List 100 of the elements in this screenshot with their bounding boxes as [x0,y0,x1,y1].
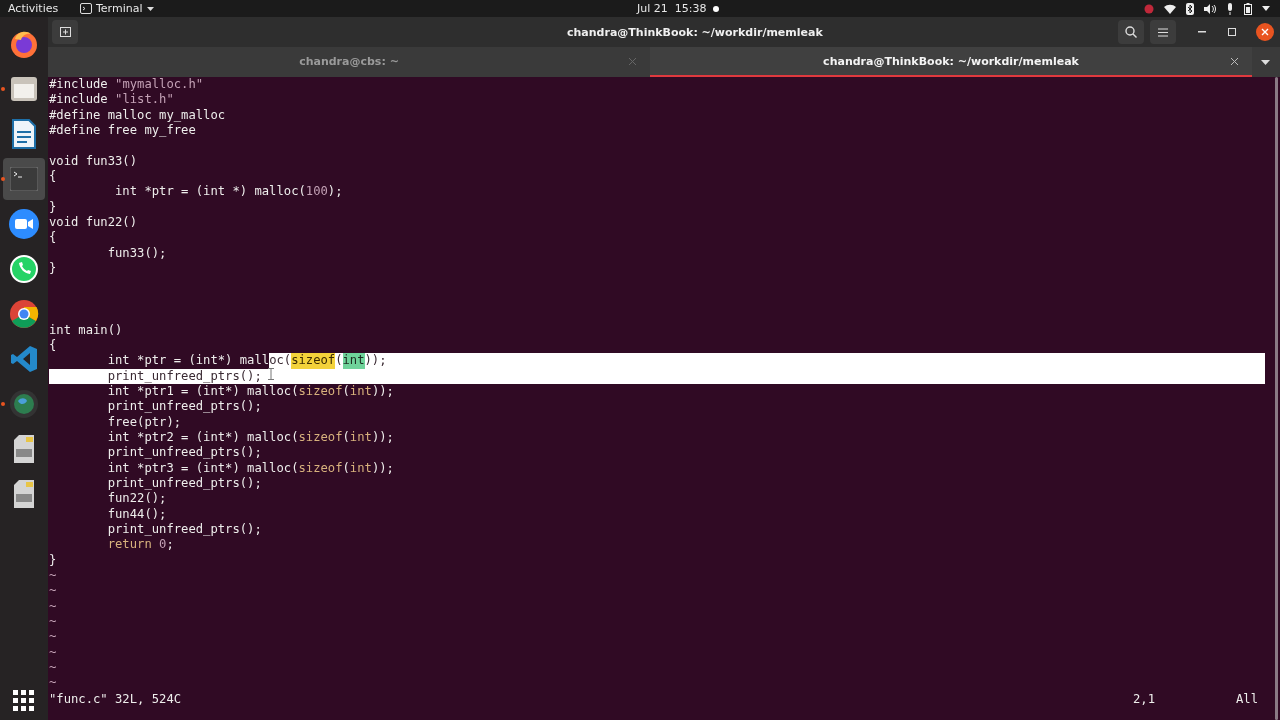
date-text[interactable]: Jul 21 [637,2,668,15]
search-button[interactable] [1118,20,1144,44]
tab[interactable]: chandra@cbs: ~ [48,47,650,77]
code-text: int *ptr3 = (int*) malloc( [106,460,299,476]
window-title: chandra@ThinkBook: ~/workdir/memleak [567,25,823,39]
string-literal: "list.h" [115,92,174,108]
code-text: { [49,169,57,185]
code-text: { [49,230,57,246]
code-text: int *ptr = (int*) mall [106,353,270,369]
tab[interactable]: chandra@ThinkBook: ~/workdir/memleak [650,47,1252,77]
document-icon [12,119,36,149]
microphone-icon[interactable] [1226,2,1234,15]
code-text: ; [166,537,174,553]
code-text: int *ptr2 = (int*) malloc( [106,429,299,446]
code-text: ( [342,460,350,476]
terminal-icon [80,3,92,14]
caret-icon[interactable] [1261,59,1270,65]
search-icon [1125,26,1137,38]
close-button[interactable] [1256,23,1274,41]
scrollbar[interactable] [1275,77,1278,720]
video-camera-icon [9,209,39,239]
code-text: } [49,199,57,216]
code-text: int *ptr = (int *) malloc( [114,184,306,200]
selected-text: )); [364,353,387,369]
keyword: int [349,460,372,476]
apps-grid-icon[interactable] [13,690,35,712]
activities-button[interactable]: Activities [8,2,70,15]
code-text: )); [371,429,394,446]
code-text: #include [49,92,109,108]
bracket-match: int [342,353,365,369]
menu-button[interactable] [1150,20,1176,44]
number-literal: 0 [158,537,167,553]
terminal-icon [10,167,38,191]
number-literal: 100 [305,184,328,200]
maximize-button[interactable] [1228,28,1236,36]
file-info: "func.c" 32L, 524C [49,691,183,708]
tab-title: chandra@cbs: ~ [299,54,399,68]
battery-icon[interactable] [1244,2,1252,15]
chrome-icon [9,299,39,329]
time-text[interactable]: 15:38 [674,2,707,15]
code-text: #include [49,77,109,93]
code-text: fun22(); [106,491,167,507]
minimize-button[interactable] [1198,31,1206,33]
globe-icon [9,389,39,419]
tab-title: chandra@ThinkBook: ~/workdir/memleak [823,54,1079,68]
code-text: #define free my_free [49,123,196,139]
empty-line-marker: ~ [49,644,57,661]
menu-icon [1158,27,1168,37]
empty-line-marker: ~ [49,568,57,584]
code-text: int main() [49,322,123,338]
code-text: fun33(); [106,245,167,262]
firefox-icon [9,29,39,59]
caret-icon [146,6,154,11]
plus-icon [59,27,71,37]
code-text: } [49,552,57,568]
keyword: sizeof [298,429,343,446]
empty-line-marker: ~ [49,583,57,599]
code-text: ( [342,429,350,446]
code-text: ); [327,184,343,200]
code-text: int *ptr1 = (int*) malloc( [106,383,299,400]
string-literal: "mymalloc.h" [115,77,204,93]
selected-text: oc( [269,353,292,369]
record-icon[interactable] [1144,3,1154,14]
code-text: void fun33() [49,153,138,170]
search-match: sizeof [291,353,336,369]
empty-line-marker: ~ [49,614,57,630]
empty-line-marker: ~ [49,598,57,615]
bluetooth-icon[interactable] [1186,2,1194,15]
wifi-icon[interactable] [1164,3,1176,14]
close-icon[interactable] [1231,58,1238,65]
code-text: free(ptr); [106,414,182,430]
code-text: #define malloc my_malloc [49,107,226,124]
code-text: )); [371,460,394,476]
keyword: return [106,537,152,553]
code-text: void fun22() [49,215,138,231]
code-editor-icon [10,345,38,373]
phone-bubble-icon [9,254,39,284]
app-menu[interactable]: Terminal [96,2,143,15]
empty-line-marker: ~ [49,675,57,691]
keyword: int [349,383,372,400]
selected-text: print_unfreed_ptrs(); [49,368,262,384]
code-text: } [49,261,57,277]
code-text: { [49,337,57,354]
keyword: int [349,429,372,446]
code-text: ( [342,383,350,400]
volume-icon[interactable] [1204,3,1216,14]
code-text: print_unfreed_ptrs(); [106,521,262,538]
caret-icon[interactable] [1262,6,1270,11]
selected-text: ( [335,353,343,369]
text-cursor-icon [268,368,274,380]
keyword: sizeof [298,460,343,476]
empty-line-marker: ~ [49,660,57,676]
folder-icon [10,75,38,103]
code-text: print_unfreed_ptrs(); [106,475,262,492]
cursor-position: 2,1 [1132,691,1155,708]
keyword: sizeof [298,383,343,400]
scroll-position: All [1236,691,1258,708]
new-tab-button[interactable] [52,20,78,44]
code-text: )); [371,383,394,400]
code-text: print_unfreed_ptrs(); [106,399,262,415]
